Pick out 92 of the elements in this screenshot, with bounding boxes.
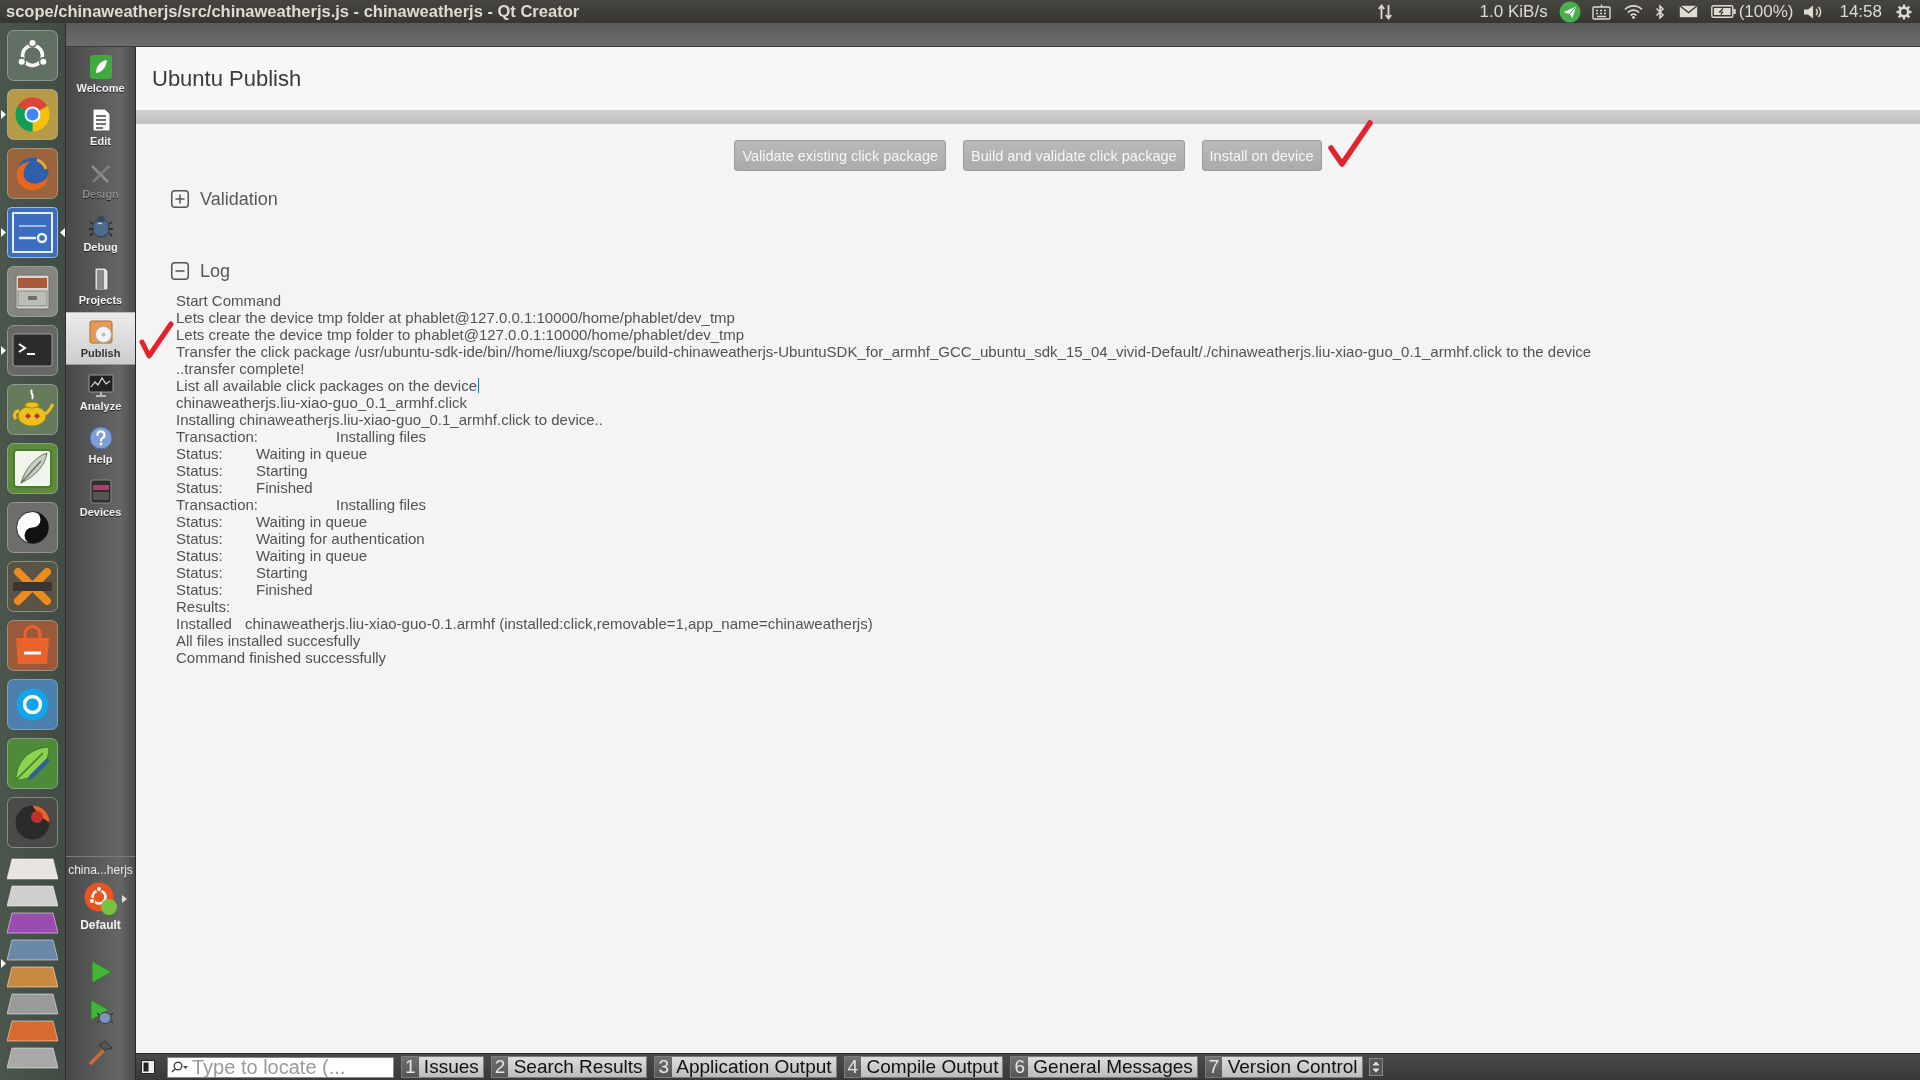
- search-icon: [171, 1061, 188, 1073]
- ring-dots-icon[interactable]: [7, 30, 58, 81]
- bluetooth-icon[interactable]: [1654, 3, 1665, 20]
- tick-icon: [138, 320, 174, 360]
- log-line: ..transfer complete!: [176, 360, 305, 377]
- log-value: chinaweatherjs.liu-xiao-guo-0.1.armhf (installed:click,removable=1,app_name=chinaweatherjs): [244, 615, 873, 632]
- hammer-icon[interactable]: [87, 1039, 114, 1065]
- collapse-icon[interactable]: [171, 262, 189, 280]
- help-icon: [86, 424, 115, 452]
- log-line: All files installed succesfully: [176, 632, 361, 649]
- transfer-arrows-icon[interactable]: [1377, 2, 1392, 21]
- log-line: Transfer the click package /usr/ubuntu-sdk-ide/bin//home/liuxg/scope/build-chinaweatherjs-UbuntuSDK_for_armhf_GCC_ubuntu_sdk_15_04_vivid-Default/./chinaweatherjs.liu-xiao-guo_0.1_armhf.click to the device: [176, 343, 1592, 360]
- section-title[interactable]: Validation: [200, 188, 278, 210]
- monitor-chart-icon: [86, 371, 115, 399]
- paper-plane-icon[interactable]: [1558, 0, 1581, 23]
- log-value: Waiting in queue: [256, 445, 368, 462]
- log-line: Lets clear the device tmp folder at phablet@127.0.0.1:10000/home/phablet/dev_tmp: [176, 309, 735, 326]
- log-label: Status:: [176, 513, 223, 530]
- kit-label[interactable]: Default: [80, 918, 121, 932]
- mode-button[interactable]: Devices: [66, 471, 135, 524]
- mode-button[interactable]: Publish: [66, 312, 135, 365]
- output-pane-button[interactable]: 1 Issues: [401, 1056, 484, 1078]
- output-pane-button[interactable]: 2 Search Results: [490, 1056, 648, 1078]
- round-blob-icon[interactable]: [7, 679, 58, 730]
- mode-button[interactable]: Projects: [66, 259, 135, 312]
- log-line: Command finished successfully: [176, 649, 387, 666]
- log-line: List all available click packages on the device: [176, 377, 477, 394]
- clock[interactable]: 14:58: [1839, 0, 1882, 23]
- log-value: Installing files: [336, 428, 427, 445]
- mode-button[interactable]: Debug: [66, 206, 135, 259]
- window-title: scope/chinaweatherjs/src/chinaweatherjs.js - chinaweatherjs - Qt Creator: [6, 1, 580, 22]
- feather-icon[interactable]: [7, 443, 58, 494]
- expand-icon[interactable]: [171, 190, 189, 208]
- log-label: Transaction:: [176, 428, 258, 445]
- mode-button[interactable]: Edit: [66, 100, 135, 153]
- section-title[interactable]: Log: [200, 260, 231, 282]
- network-speed[interactable]: 1.0 KiB/s: [1479, 0, 1548, 23]
- log-label: Status:: [176, 564, 223, 581]
- log-line: Lets create the device tmp folder to phablet@127.0.0.1:10000/home/phablet/dev_tmp: [176, 326, 745, 343]
- log-value: Starting: [256, 564, 308, 581]
- terminal-icon[interactable]: [7, 325, 58, 376]
- output-pane-button[interactable]: 4 Compile Output: [843, 1056, 1004, 1078]
- log-label: Transaction:: [176, 496, 258, 513]
- volume-icon[interactable]: [1803, 3, 1824, 20]
- log-label: Installed: [176, 615, 232, 632]
- browser-icon[interactable]: [7, 89, 58, 140]
- leaf-pencil-icon[interactable]: [7, 738, 58, 789]
- log-line: Installing chinaweatherjs.liu-xiao-guo_0.1_armhf.click to device..: [176, 411, 603, 428]
- caret-icon[interactable]: [121, 895, 127, 903]
- wifi-icon[interactable]: [1623, 4, 1643, 19]
- file-cabinet-icon[interactable]: [7, 266, 58, 317]
- log-value: Waiting in queue: [256, 547, 368, 564]
- log-line: Results:: [176, 598, 231, 615]
- log-value: Starting: [256, 462, 308, 479]
- mode-button[interactable]: Welcome: [66, 47, 135, 100]
- log-line: chinaweatherjs.liu-xiao-guo_0.1_armhf.click: [176, 394, 467, 411]
- log-label: Status:: [176, 530, 223, 547]
- up-down-arrows-icon[interactable]: [1368, 1058, 1383, 1076]
- orb-icon[interactable]: [7, 797, 58, 848]
- log-value: Waiting in queue: [256, 513, 368, 530]
- gear-icon[interactable]: [1896, 3, 1912, 20]
- tick-icon: [1326, 118, 1373, 168]
- keyboard-icon[interactable]: [1591, 3, 1611, 20]
- crossed-x-icon[interactable]: [7, 561, 58, 612]
- log-label: Status:: [176, 581, 223, 598]
- log-line: Start Command: [176, 292, 282, 309]
- teapot-icon[interactable]: [7, 384, 58, 435]
- framed-tile-icon[interactable]: [7, 207, 58, 258]
- stacked-tiles-icon[interactable]: [7, 858, 58, 1069]
- mode-button[interactable]: Analyze: [66, 365, 135, 418]
- log-value: Installing files: [336, 496, 427, 513]
- shopping-bag-icon[interactable]: [7, 620, 58, 671]
- output-pane-button[interactable]: 3 Application Output: [654, 1056, 837, 1078]
- log-label: Status:: [176, 445, 223, 462]
- log-label: Status:: [176, 479, 223, 496]
- play-bug-icon[interactable]: [87, 999, 114, 1025]
- output-pane-button[interactable]: 7 Version Control: [1204, 1056, 1363, 1078]
- log-value: Waiting for authentication: [256, 530, 425, 547]
- page-title: Ubuntu Publish: [152, 65, 302, 92]
- mode-button[interactable]: Help: [66, 418, 135, 471]
- log-value: Finished: [256, 581, 313, 598]
- project-label[interactable]: china...herjs: [68, 863, 133, 877]
- battery-percent[interactable]: (100%): [1738, 0, 1794, 23]
- output-pane-button[interactable]: 6 General Messages: [1010, 1056, 1198, 1078]
- log-label: Status:: [176, 547, 223, 564]
- log-label: Status:: [176, 462, 223, 479]
- log-value: Finished: [256, 479, 313, 496]
- ring-badge-icon[interactable]: [83, 882, 118, 916]
- yin-yang-icon[interactable]: [7, 502, 58, 553]
- battery-icon[interactable]: [1710, 5, 1736, 18]
- sidebar-toggle-icon[interactable]: [141, 1060, 155, 1074]
- mail-icon[interactable]: [1678, 5, 1698, 18]
